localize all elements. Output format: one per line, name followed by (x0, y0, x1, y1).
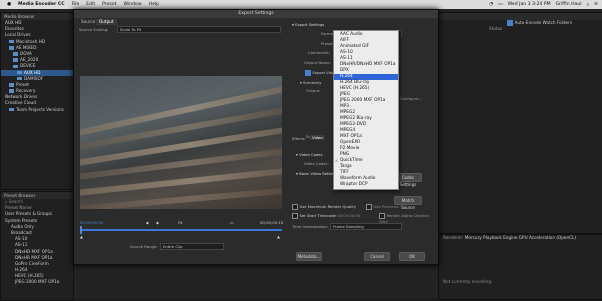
timecode-in[interactable]: 00;00;00;00 (80, 220, 103, 225)
status-column-header: Status (489, 26, 503, 32)
apple-icon[interactable]: ● (7, 2, 11, 7)
renderer-row[interactable]: Renderer: Mercury Playback Engine GPU Ac… (439, 235, 602, 241)
menu-list-icon[interactable]: ≡ (594, 2, 598, 7)
checkbox[interactable] (305, 70, 311, 76)
video-codec-section[interactable]: ▾ Video Codec (296, 152, 323, 157)
folder-icon (13, 58, 18, 62)
drive-icon (9, 46, 14, 50)
timeline-bar[interactable] (80, 229, 282, 231)
folder-icon (9, 83, 14, 87)
export-settings-header[interactable]: ▾ Export Settings (292, 22, 324, 27)
tree-row[interactable]: Team Projects Versions (1, 107, 73, 113)
summary-section[interactable]: ▾ Summary (300, 80, 321, 85)
cancel-button[interactable]: Cancel (364, 252, 390, 261)
use-previews-toggle[interactable]: Use Previews (366, 204, 399, 210)
source-range-label: Source Range: (130, 244, 158, 249)
drive-icon (9, 39, 14, 44)
format-option[interactable]: Wraptor DCP (334, 182, 398, 188)
folder-icon (9, 89, 14, 93)
in-marker-icon[interactable]: ▲ (80, 234, 83, 239)
timeline-area: 00;00;00;00 ◆ ◆ Fit ▭ 00;00;05;15 ▲ ▲ So… (80, 220, 283, 260)
source-scaling-label: Source Scaling: (79, 27, 109, 32)
reconfigure-text: Configure... (400, 96, 423, 101)
playhead[interactable] (80, 226, 82, 234)
source-scaling-select[interactable]: Scale To Fit (117, 26, 281, 33)
tab-video[interactable]: Video (310, 135, 325, 140)
tab-effects[interactable]: Effects (292, 136, 305, 141)
system-menu-bar: ● Media Encoder CC File Edit Preset Wind… (0, 0, 602, 9)
time-interp-label: Time Interpolation: (292, 224, 329, 229)
menu-file[interactable]: File (72, 2, 80, 7)
time-interp-select[interactable]: Frame Sampling (330, 223, 402, 230)
folder-icon (13, 52, 18, 56)
summary-output-label: Output: (306, 88, 321, 93)
metadata-button[interactable]: Metadata... (296, 252, 322, 261)
user-name[interactable]: Griffin Haul (556, 2, 582, 7)
video-preview (80, 76, 282, 209)
checkbox[interactable] (292, 213, 298, 219)
set-in-icon[interactable]: ◆ (146, 220, 149, 225)
renderer-value[interactable]: Mercury Playback Engine GPU Acceleration… (465, 235, 576, 240)
video-codec-label: Video Codec: (304, 161, 329, 166)
encoding-panel: Renderer: Mercury Playback Engine GPU Ac… (438, 234, 602, 300)
menu-preset[interactable]: Preset (102, 2, 116, 7)
menu-help[interactable]: Help (149, 2, 159, 7)
encoding-status: Not currently encoding. (443, 279, 493, 285)
basic-video-section[interactable]: ▾ Basic Video Settings (296, 171, 338, 176)
checkbox[interactable] (292, 204, 298, 210)
source-range-select[interactable]: Entire Clip (160, 243, 224, 250)
checkbox[interactable] (366, 204, 372, 210)
media-browser-panel: Media Browser AUX HD Favorites Local Dri… (0, 12, 74, 190)
menu-edit[interactable]: Edit (86, 2, 95, 7)
search-icon[interactable]: ⌕ (587, 2, 590, 8)
folder-icon (9, 107, 14, 112)
battery-icon[interactable]: ▭ (498, 2, 502, 7)
tab-output[interactable]: Output (96, 19, 117, 25)
renderer-label: Renderer: (443, 235, 464, 240)
preset-item[interactable]: JPEG 2000 MXF OP1a (1, 279, 73, 285)
timecode-out[interactable]: 00;00;05;15 (260, 220, 283, 225)
preset-browser-title: Preset Browser (1, 192, 73, 199)
comments-label: Comments: (308, 50, 330, 55)
folder-icon (17, 76, 22, 81)
preset-browser-panel: Preset Browser ⌕ Search Preset Name User… (0, 191, 74, 301)
start-timecode-value[interactable]: 00;00;00;00 (337, 213, 360, 218)
fit-select[interactable]: Fit (178, 220, 182, 225)
set-out-icon[interactable]: ◆ (156, 220, 159, 225)
menu-window[interactable]: Window (124, 2, 142, 7)
crop-icon[interactable]: ▭ (230, 220, 234, 225)
export-video-toggle[interactable]: Export Video (305, 70, 337, 76)
max-render-quality-toggle[interactable]: Use Maximum Render Quality (292, 204, 356, 210)
queue-header (439, 13, 602, 20)
format-dropdown-menu[interactable]: AAC Audio AIFF Animated GIF AS-10 AS-11 … (333, 30, 399, 190)
folder-icon (17, 70, 22, 75)
checkbox[interactable] (507, 20, 513, 26)
start-timecode-toggle[interactable]: Set Start Timecode 00;00;00;00 (292, 213, 360, 219)
dialog-title: Export Settings (74, 10, 438, 18)
out-marker-icon[interactable]: ▲ (277, 234, 280, 239)
folder-icon (13, 64, 18, 69)
queue-panel: Auto-Encode Watch Folders Status (438, 12, 602, 234)
menu-app-name[interactable]: Media Encoder CC (18, 2, 65, 7)
ok-button[interactable]: OK (399, 252, 425, 261)
wifi-icon[interactable]: ◔ (489, 2, 493, 7)
output-name-label: Output Name: (304, 60, 331, 65)
media-browser-title: Media Browser (1, 13, 73, 20)
clock[interactable]: Wed Jan 3 3:24 PM (508, 2, 551, 7)
